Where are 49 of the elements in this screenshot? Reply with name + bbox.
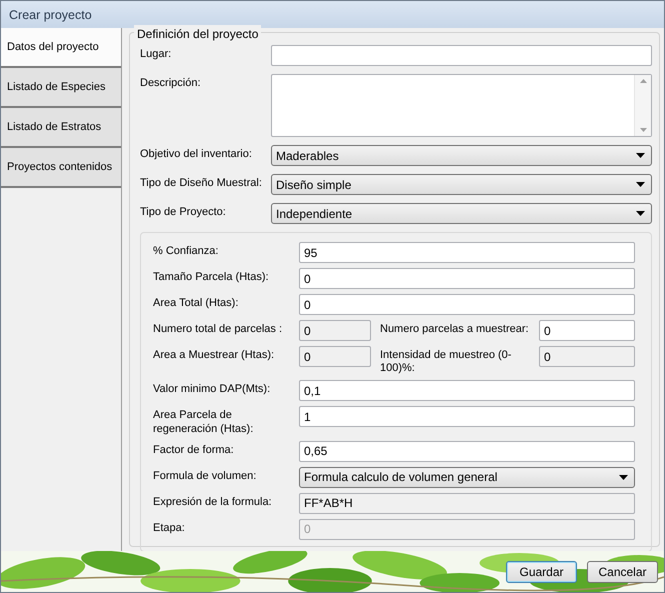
input-field[interactable] bbox=[271, 45, 652, 66]
field-label: Objetivo del inventario: bbox=[140, 147, 253, 162]
field-label: Intensidad de muestreo (0-100)%: bbox=[379, 348, 512, 376]
field-label: Valor minimo DAP(Mts): bbox=[153, 382, 272, 397]
field-label: Area Total (Htas): bbox=[153, 296, 240, 310]
caret-icon bbox=[636, 153, 645, 158]
input-field[interactable]: 0 bbox=[299, 346, 371, 367]
input-field[interactable]: 0 bbox=[299, 268, 635, 289]
input-field[interactable]: 0,65 bbox=[299, 440, 635, 462]
scroll-down-icon bbox=[640, 128, 646, 132]
field-label: Tipo de Proyecto: bbox=[140, 205, 227, 220]
input-field[interactable]: 0 bbox=[299, 294, 635, 315]
sidebar-tab[interactable]: Listado de Estratos bbox=[1, 108, 121, 148]
sidebar-tab[interactable]: Proyectos contenidos bbox=[1, 148, 121, 188]
dropdown[interactable]: Maderables bbox=[271, 145, 652, 166]
field-label: Tipo de Diseño Muestral: bbox=[140, 176, 263, 190]
field-label: Factor de forma: bbox=[153, 442, 235, 457]
field-label: Numero total de parcelas : bbox=[153, 322, 284, 336]
group-title: Definición del proyecto bbox=[134, 25, 262, 43]
dropdown[interactable]: Independiente bbox=[271, 203, 652, 224]
field-label: % Confianza: bbox=[153, 244, 220, 258]
window-title: Crear proyecto bbox=[1, 1, 664, 28]
field-label: Area a Muestrear (Htas): bbox=[153, 348, 276, 362]
field-label: Area Parcela de regeneración (Htas): bbox=[153, 408, 254, 436]
scroll-up-icon bbox=[640, 79, 646, 83]
field-label: Expresión de la formula: bbox=[153, 494, 273, 509]
field-label: Tamaño Parcela (Htas): bbox=[153, 270, 270, 284]
caret-icon bbox=[636, 211, 645, 216]
input-field[interactable]: FF*AB*H bbox=[299, 492, 635, 514]
caret-icon bbox=[619, 474, 628, 480]
input-field[interactable]: 0 bbox=[539, 320, 635, 341]
input-field[interactable]: 0 bbox=[299, 320, 371, 341]
save-button[interactable]: Guardar bbox=[506, 560, 577, 582]
field-label: Descripción: bbox=[140, 76, 202, 90]
field-label: Numero parcelas a muestrear: bbox=[379, 322, 530, 336]
cancel-button[interactable]: Cancelar bbox=[587, 560, 658, 582]
field-label: Formula de volumen: bbox=[153, 468, 258, 483]
input-field[interactable]: 0,1 bbox=[299, 380, 635, 402]
input-field[interactable]: 0 bbox=[539, 346, 635, 367]
text-area[interactable] bbox=[271, 74, 652, 137]
dropdown[interactable]: Diseño simple bbox=[271, 174, 652, 195]
sidebar-tab[interactable]: Listado de Especies bbox=[1, 68, 121, 108]
dropdown[interactable]: Formula calculo de volumen general bbox=[299, 466, 635, 488]
input-field[interactable]: 95 bbox=[299, 242, 635, 263]
sidebar-tab[interactable]: Datos del proyecto bbox=[1, 28, 121, 68]
caret-icon bbox=[636, 182, 645, 187]
input-field[interactable]: 1 bbox=[299, 406, 635, 428]
field-label: Etapa: bbox=[153, 520, 186, 535]
field-label: Lugar: bbox=[140, 47, 172, 62]
